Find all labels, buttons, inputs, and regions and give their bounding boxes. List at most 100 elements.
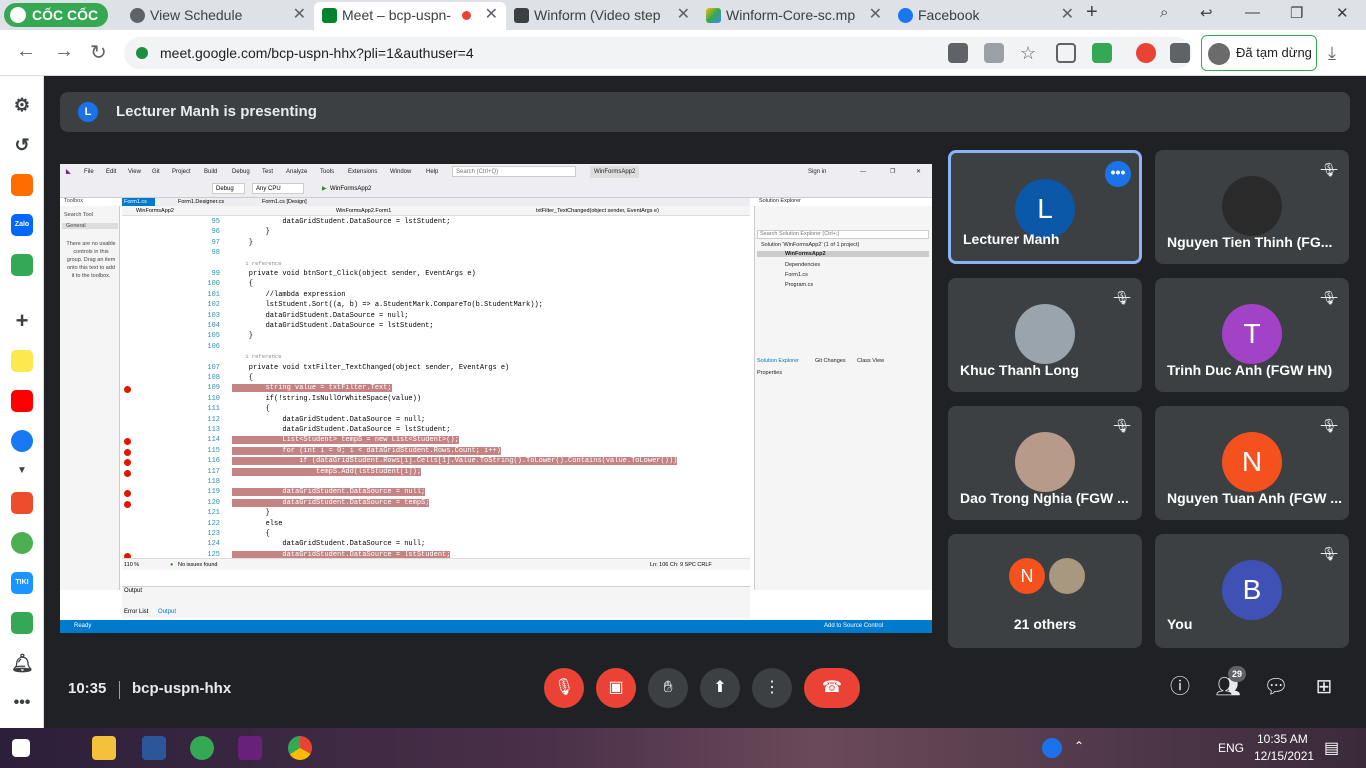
- tab-output[interactable]: Output: [158, 609, 176, 615]
- participant-tile[interactable]: L Lecturer Manh •••: [948, 150, 1142, 264]
- se-project[interactable]: WinFormsApp2: [757, 251, 929, 257]
- present-button[interactable]: ⬆: [700, 668, 740, 708]
- toolbox-search[interactable]: Search Tool: [64, 212, 93, 218]
- youtube-icon[interactable]: [11, 390, 33, 412]
- tray-chevron-icon[interactable]: ⌃: [1074, 739, 1084, 753]
- close-icon[interactable]: ✕: [677, 2, 690, 28]
- settings-icon[interactable]: ⚙: [11, 94, 33, 116]
- menu-build[interactable]: Build: [204, 164, 217, 180]
- breakpoint-icon[interactable]: [124, 438, 131, 446]
- notifications-icon[interactable]: ▤: [1324, 738, 1339, 758]
- participant-tile[interactable]: Nguyen Tien Thinh (FG... 🎙︎: [1155, 150, 1349, 264]
- cpu-dropdown[interactable]: Any CPU: [252, 183, 304, 194]
- forward-icon[interactable]: →: [54, 40, 74, 63]
- clock-date[interactable]: 12/15/2021: [1254, 749, 1314, 763]
- participant-tile[interactable]: Dao Trong Nghia (FGW ... 🎙︎: [948, 406, 1142, 520]
- tab-winform-core[interactable]: Winform-Core-sc.mp ✕: [698, 2, 890, 30]
- leave-call-button[interactable]: ☎: [804, 668, 860, 708]
- run-icon[interactable]: ▶: [322, 180, 327, 198]
- code-editor[interactable]: WinFormsApp2 WinFormsApp2.Form1 txtFilte…: [122, 206, 750, 570]
- extension-icon[interactable]: [1136, 43, 1156, 63]
- breakpoint-icon[interactable]: [124, 469, 131, 477]
- chevron-down-icon[interactable]: ▼: [11, 460, 33, 482]
- tab-error-list[interactable]: Error List: [124, 609, 148, 615]
- bell-icon[interactable]: 🔔︎: [11, 652, 34, 674]
- minimize-icon[interactable]: —: [1245, 4, 1260, 21]
- vs-search-input[interactable]: Search (Ctrl+Q): [452, 166, 576, 177]
- se-form1[interactable]: Form1.cs: [785, 272, 808, 278]
- translate-icon[interactable]: [984, 43, 1004, 63]
- participant-tile[interactable]: Khuc Thanh Long 🎙︎: [948, 278, 1142, 392]
- menu-test[interactable]: Test: [262, 164, 273, 180]
- tab-search-icon[interactable]: ⌕: [1160, 4, 1168, 21]
- raise-hand-button[interactable]: ✋︎: [648, 668, 688, 708]
- se-tab-class[interactable]: Class View: [857, 358, 884, 364]
- more-icon[interactable]: •••: [11, 692, 33, 714]
- download-icon[interactable]: ⤓: [1328, 43, 1348, 63]
- breakpoint-icon[interactable]: [124, 500, 131, 508]
- info-icon[interactable]: ⓘ: [1167, 674, 1193, 700]
- coccoc-logo[interactable]: CỐC CỐC: [4, 3, 108, 27]
- menu-view[interactable]: View: [128, 164, 141, 180]
- download-ext-icon[interactable]: [1092, 43, 1112, 63]
- menu-extensions[interactable]: Extensions: [348, 164, 377, 180]
- vs-minimize-icon[interactable]: —: [860, 164, 866, 180]
- close-icon[interactable]: ✕: [1061, 2, 1074, 28]
- participant-tile[interactable]: B You 🎙︎: [1155, 534, 1349, 648]
- profile-button[interactable]: Đã tạm dừng: [1201, 35, 1317, 71]
- maximize-icon[interactable]: ❐: [1290, 4, 1303, 22]
- notes-icon[interactable]: [11, 350, 33, 372]
- game-icon[interactable]: [11, 254, 33, 276]
- clock-time[interactable]: 10:35 AM: [1257, 732, 1308, 746]
- breakpoint-icon[interactable]: [124, 490, 131, 498]
- menu-file[interactable]: File: [84, 164, 94, 180]
- menu-debug[interactable]: Debug: [232, 164, 250, 180]
- more-options-button[interactable]: ⋮: [752, 668, 792, 708]
- visual-studio-icon[interactable]: [238, 736, 262, 760]
- back-icon[interactable]: ←: [16, 40, 36, 63]
- activities-icon[interactable]: ⊞: [1311, 674, 1337, 700]
- vs-maximize-icon[interactable]: ❐: [890, 164, 895, 180]
- se-tab-solution[interactable]: Solution Explorer: [757, 358, 799, 364]
- tab-winform-video[interactable]: Winform (Video step ✕: [506, 2, 698, 30]
- tiki-icon[interactable]: TIKI: [11, 572, 33, 594]
- se-dependencies[interactable]: Dependencies: [785, 262, 820, 268]
- nav-class[interactable]: WinFormsApp2.Form1: [336, 206, 391, 216]
- more-options-icon[interactable]: •••: [1105, 161, 1131, 187]
- close-icon[interactable]: ✕: [485, 2, 498, 28]
- add-icon[interactable]: +: [11, 310, 33, 332]
- reload-icon[interactable]: ↻: [90, 40, 107, 65]
- zalo-icon[interactable]: Zalo: [11, 214, 33, 236]
- menu-edit[interactable]: Edit: [106, 164, 116, 180]
- word-icon[interactable]: [142, 736, 166, 760]
- menu-tools[interactable]: Tools: [320, 164, 334, 180]
- menu-git[interactable]: Git: [152, 164, 160, 180]
- config-dropdown[interactable]: Debug: [212, 183, 245, 194]
- history-icon[interactable]: ↺: [11, 134, 33, 156]
- breakpoint-icon[interactable]: [124, 448, 131, 456]
- help-icon[interactable]: [1042, 738, 1062, 758]
- vs-close-icon[interactable]: ✕: [916, 164, 921, 180]
- sheet-icon[interactable]: [11, 612, 33, 634]
- participant-tile[interactable]: N 21 others: [948, 534, 1142, 648]
- menu-help[interactable]: Help: [426, 164, 438, 180]
- zoom-level[interactable]: 110 %: [124, 559, 139, 571]
- tab-view-schedule[interactable]: View Schedule ✕: [122, 2, 314, 30]
- se-solution[interactable]: Solution 'WinFormsApp2' (1 of 1 project): [761, 242, 859, 248]
- participant-tile[interactable]: T Trinh Duc Anh (FGW HN) 🎙︎: [1155, 278, 1349, 392]
- start-icon[interactable]: [12, 739, 30, 757]
- language-indicator[interactable]: ENG: [1218, 741, 1244, 755]
- back-history-icon[interactable]: ↩: [1200, 4, 1213, 22]
- se-program[interactable]: Program.cs: [785, 282, 813, 288]
- puzzle-icon[interactable]: [1170, 43, 1190, 63]
- close-icon[interactable]: ✕: [869, 2, 882, 28]
- tab-facebook[interactable]: Facebook ✕: [890, 2, 1082, 30]
- shield-icon[interactable]: [1056, 43, 1076, 63]
- chrome-icon[interactable]: [288, 736, 312, 760]
- breakpoint-icon[interactable]: [124, 459, 131, 467]
- add-source-control[interactable]: Add to Source Control: [824, 620, 883, 633]
- map-icon[interactable]: [11, 532, 33, 554]
- close-window-icon[interactable]: ✕: [1336, 4, 1349, 22]
- camera-icon[interactable]: [948, 43, 968, 63]
- facebook-sidebar-icon[interactable]: [11, 430, 33, 452]
